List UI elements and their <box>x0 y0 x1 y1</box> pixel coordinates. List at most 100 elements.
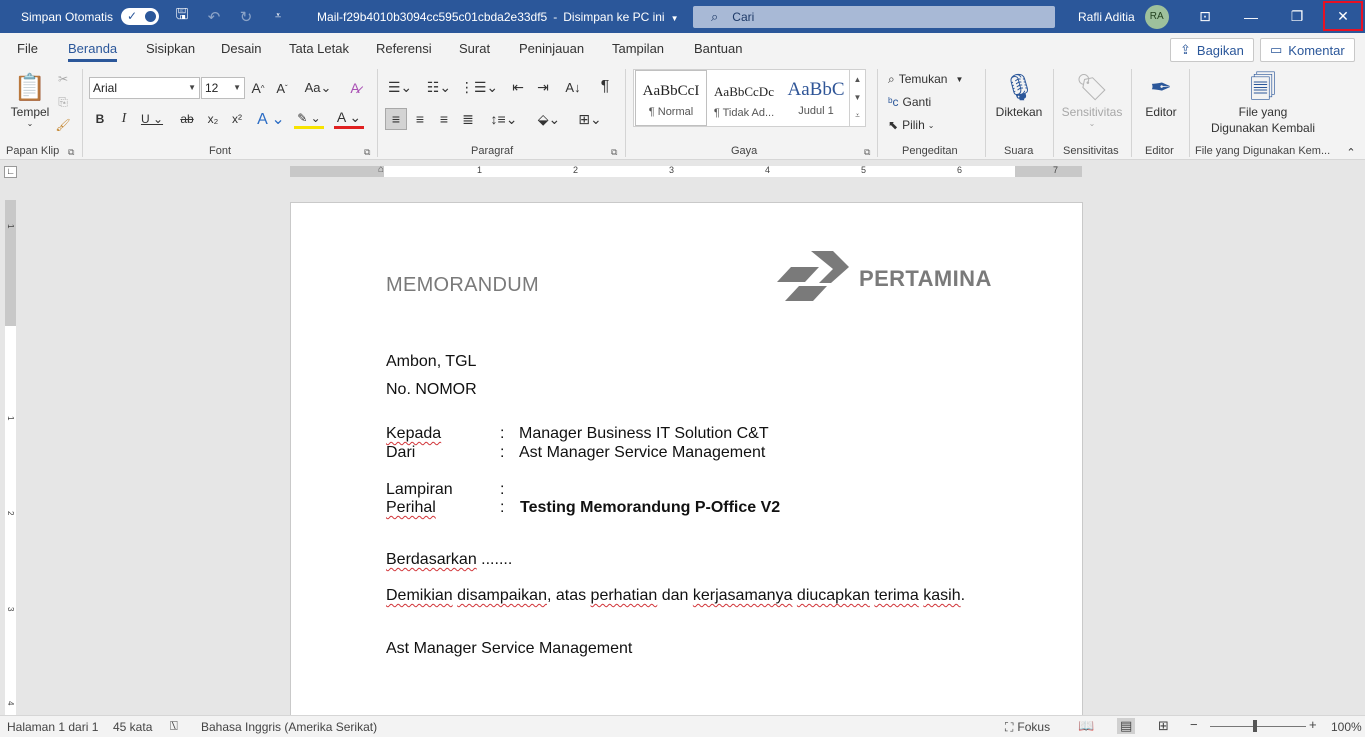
align-right-icon[interactable]: ≡ <box>434 108 454 130</box>
minimize-button[interactable]: — <box>1228 0 1274 33</box>
document-title[interactable]: Mail-f29b4010b3094cc595c01cbda2e33df5- Di… <box>317 10 678 24</box>
chevron-down-icon[interactable]: ▼ <box>854 93 862 102</box>
focus-button[interactable]: ⛶ Fokus <box>1005 720 1050 735</box>
clear-formatting-icon[interactable]: A̷ <box>346 78 364 98</box>
decrease-indent-icon[interactable]: ⇤ <box>508 77 528 97</box>
align-center-icon[interactable]: ≡ <box>410 108 430 130</box>
print-layout-icon[interactable]: ▤ <box>1117 718 1136 734</box>
tab-sisipkan[interactable]: Sisipkan <box>146 41 195 56</box>
numbering-icon[interactable]: ☷⌄ <box>424 77 454 97</box>
italic-icon[interactable]: I <box>116 109 132 129</box>
style-normal[interactable]: AaBbCcI ¶ Normal <box>635 70 707 126</box>
chevron-up-icon[interactable]: ▲ <box>854 75 862 84</box>
read-mode-icon[interactable]: 📖 <box>1078 718 1094 734</box>
tab-beranda[interactable]: Beranda <box>68 41 118 62</box>
paste-button[interactable]: 📋 Tempel ⌄ <box>8 69 52 128</box>
justify-icon[interactable]: ≣ <box>458 108 478 130</box>
tab-desain[interactable]: Desain <box>221 41 261 56</box>
page-count[interactable]: Halaman 1 dari 1 <box>7 720 98 734</box>
find-button[interactable]: ⌕ Temukan ▼ <box>888 69 963 89</box>
styles-scroll[interactable]: ▲ ▼ ⩡ <box>849 70 865 126</box>
close-button[interactable]: ✕ <box>1323 1 1363 31</box>
zoom-in-icon[interactable]: + <box>1309 717 1317 732</box>
ribbon-display-options-button[interactable]: ⊡ <box>1182 0 1228 33</box>
ruler-number: 4 <box>765 165 771 175</box>
zoom-level[interactable]: 100% <box>1331 720 1362 734</box>
dialog-launcher-icon[interactable]: ⧉ <box>611 147 617 158</box>
document-page[interactable]: MEMORANDUM PERTAMINA Ambon, TGL No. NOMO… <box>290 202 1083 722</box>
sensitivity-label: Sensitivitas <box>1061 105 1123 119</box>
tab-file[interactable]: File <box>17 41 38 56</box>
reuse-label-line1: File yang <box>1238 105 1288 119</box>
font-size-combo[interactable]: 12 ▼ <box>201 77 245 99</box>
tab-peninjauan[interactable]: Peninjauan <box>519 41 584 56</box>
tab-tampilan[interactable]: Tampilan <box>612 41 664 56</box>
dialog-launcher-icon[interactable]: ⧉ <box>68 147 74 158</box>
undo-icon[interactable]: ↶ <box>205 8 223 26</box>
show-formatting-marks-icon[interactable]: ¶ <box>595 77 615 97</box>
bold-icon[interactable]: B <box>92 109 108 129</box>
font-color-icon[interactable]: A ⌄ <box>334 109 364 129</box>
closing-word: dan <box>657 587 693 604</box>
check-icon: ✓ <box>127 9 138 23</box>
share-button[interactable]: ⇪ Bagikan <box>1170 38 1254 62</box>
editor-button[interactable]: ✒ Editor <box>1139 69 1183 119</box>
web-layout-icon[interactable]: ⊞ <box>1158 718 1169 734</box>
redo-icon[interactable]: ↻ <box>237 8 255 26</box>
more-icon[interactable]: ⩡ <box>855 111 860 121</box>
highlight-color-icon[interactable]: ✎ ⌄ <box>294 109 324 129</box>
zoom-out-icon[interactable]: − <box>1190 717 1198 732</box>
user-account[interactable]: Rafli Aditia RA <box>1078 0 1169 33</box>
sensitivity-button[interactable]: 🏷 Sensitivitas ⌄ <box>1059 69 1125 128</box>
subscript-icon[interactable]: x₂ <box>205 109 221 129</box>
save-icon[interactable]: 🖫 <box>173 4 191 29</box>
shading-icon[interactable]: ⬙⌄ <box>533 108 565 130</box>
align-left-icon[interactable]: ≡ <box>385 108 407 130</box>
tab-tata-letak[interactable]: Tata Letak <box>289 41 349 56</box>
language[interactable]: Bahasa Inggris (Amerika Serikat) <box>201 720 377 734</box>
zoom-slider[interactable] <box>1210 726 1306 727</box>
cut-icon[interactable]: ✂ <box>56 71 70 87</box>
reuse-files-button[interactable]: 🗐 File yang Digunakan Kembali <box>1198 69 1328 135</box>
restore-button[interactable]: ❐ <box>1274 0 1320 33</box>
change-case-icon[interactable]: Aa⌄ <box>304 78 332 98</box>
line-spacing-icon[interactable]: ↕≡⌄ <box>488 108 520 130</box>
dictate-button[interactable]: 🎙 Diktekan <box>992 69 1046 119</box>
replace-button[interactable]: ᵇc Ganti <box>888 92 931 112</box>
underline-icon[interactable]: U ⌄ <box>140 109 164 129</box>
tab-bantuan[interactable]: Bantuan <box>694 41 742 56</box>
collapse-ribbon-icon[interactable]: ⌃ <box>1344 145 1358 159</box>
style-no-spacing[interactable]: AaBbCcDc ¶ Tidak Ad... <box>708 70 780 126</box>
horizontal-ruler[interactable]: 1 2 3 4 5 6 7 ⌂ <box>290 164 1082 177</box>
format-painter-icon[interactable]: 🖌 <box>55 117 70 133</box>
sort-icon[interactable]: A↓ <box>563 77 583 97</box>
indent-marker-icon[interactable]: ⌂ <box>378 164 384 175</box>
autosave-toggle[interactable]: ✓ <box>121 8 160 25</box>
shrink-font-icon[interactable]: Aˇ <box>274 78 290 98</box>
select-button[interactable]: ⬉ Pilih ⌄ <box>888 115 934 135</box>
text-effects-icon[interactable]: A ⌄ <box>256 109 286 129</box>
comments-button[interactable]: ▭ Komentar <box>1260 38 1355 62</box>
font-name-combo[interactable]: Arial ▼ <box>89 77 200 99</box>
dialog-launcher-icon[interactable]: ⧉ <box>364 147 370 158</box>
multilevel-list-icon[interactable]: ⋮☰⌄ <box>460 77 498 97</box>
customize-toolbar-icon[interactable]: ⩡ <box>269 10 287 23</box>
increase-indent-icon[interactable]: ⇥ <box>533 77 553 97</box>
bullets-icon[interactable]: ☰⌄ <box>386 77 414 97</box>
word-count[interactable]: 45 kata <box>113 720 152 734</box>
autosave-control[interactable]: Simpan Otomatis ✓ <box>21 8 160 25</box>
strikethrough-icon[interactable]: ab <box>177 109 197 129</box>
style-heading-1[interactable]: AaBbC Judul 1 <box>780 70 852 126</box>
zoom-slider-thumb[interactable] <box>1253 720 1257 732</box>
tab-surat[interactable]: Surat <box>459 41 490 56</box>
copy-icon[interactable]: ⎘ <box>56 94 70 110</box>
vertical-ruler[interactable]: 1 1 2 3 4 <box>5 200 16 715</box>
grow-font-icon[interactable]: A ^ <box>250 78 266 98</box>
borders-icon[interactable]: ⊞⌄ <box>573 108 607 130</box>
superscript-icon[interactable]: x² <box>229 109 245 129</box>
tab-referensi[interactable]: Referensi <box>376 41 432 56</box>
proofing-icon[interactable]: ⍂ <box>170 718 178 734</box>
dialog-launcher-icon[interactable]: ⧉ <box>864 147 870 158</box>
tab-selector[interactable]: ∟ <box>4 166 17 178</box>
search-box[interactable]: ⌕ Cari <box>693 6 1055 28</box>
